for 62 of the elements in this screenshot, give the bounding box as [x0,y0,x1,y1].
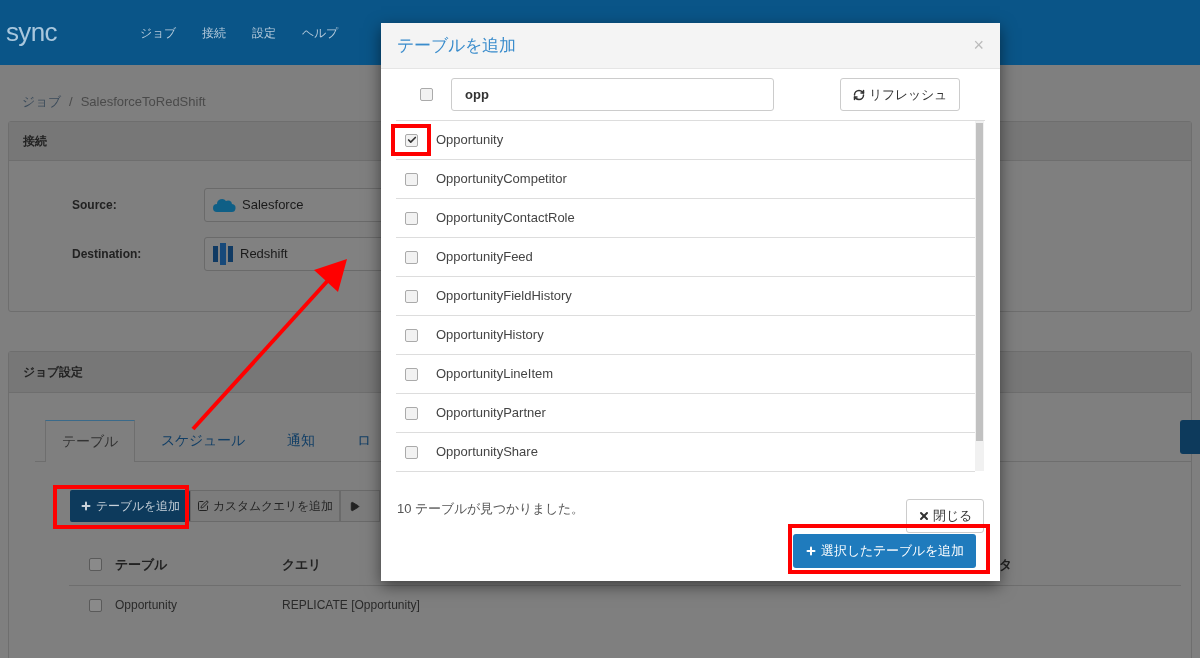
checkbox[interactable] [405,445,418,459]
column-header: クエリ [282,555,322,574]
table-name[interactable]: OpportunityShare [436,442,538,462]
tab[interactable]: ロ [341,419,387,461]
table-name[interactable]: OpportunityFieldHistory [436,286,572,306]
nav-link[interactable]: ジョブ [140,23,176,42]
modal-title: テーブルを追加 [397,34,516,57]
field-label: Source: [71,197,118,214]
nav-link[interactable]: 設定 [252,23,276,42]
checkbox[interactable] [405,211,418,225]
run-button[interactable] [340,490,380,522]
database-icon [212,242,234,266]
checkbox[interactable] [405,289,418,303]
checkbox[interactable] [420,88,433,101]
field-label: Destination: [71,246,143,263]
refresh-icon [853,88,865,101]
tab[interactable]: 通知 [271,419,331,461]
table-name[interactable]: OpportunityFeed [436,247,533,267]
check-icon [406,135,417,145]
add-table-button[interactable]: テーブルを追加 [70,490,190,522]
table-name[interactable]: OpportunityHistory [436,325,544,345]
plus-icon [805,545,817,557]
scrollbar[interactable] [975,121,984,471]
breadcrumb-separator: / [69,93,73,112]
tab[interactable]: テーブル [45,420,135,462]
column-header: タ [999,555,1012,574]
logo[interactable]: sync [6,13,57,52]
connection-select[interactable]: Redshift [204,237,384,271]
tab[interactable]: スケジュール [145,419,261,461]
table-name[interactable]: OpportunityPartner [436,403,546,423]
highlight-frame [391,124,431,156]
table-name[interactable]: OpportunityContactRole [436,208,575,228]
close-icon [918,510,930,522]
nav-link[interactable]: 接続 [202,23,226,42]
panel-title: 接続 [23,133,47,150]
edit-icon [197,500,209,512]
status-text: 10 テーブルが見つかりました。 [397,500,585,518]
search-field[interactable]: opp [451,78,774,111]
add-selected-button[interactable]: 選択したテーブルを追加 [793,534,976,568]
checkbox[interactable] [405,328,418,342]
panel-title: ジョブ設定 [23,364,83,381]
checkbox[interactable] [405,172,418,186]
refresh-button[interactable]: リフレッシュ [840,78,960,111]
checkbox[interactable] [89,598,102,612]
custom-query-button[interactable]: カスタムクエリを追加 [190,490,340,522]
checkbox[interactable] [405,133,418,147]
cloud-icon [212,197,236,213]
play-icon [349,500,360,512]
connection-select[interactable]: Salesforce [204,188,384,222]
nav-link[interactable]: ヘルプ [302,23,338,42]
checkbox[interactable] [405,250,418,264]
column-header: テーブル [114,555,168,574]
plus-icon [80,500,92,512]
table-name[interactable]: OpportunityCompetitor [436,169,567,189]
checkbox[interactable] [405,406,418,420]
checkbox[interactable] [89,558,102,571]
table-name[interactable]: Opportunity [436,130,504,150]
checkbox[interactable] [405,367,418,381]
close-button[interactable]: 閉じる [906,499,984,533]
table-name[interactable]: OpportunityLineItem [436,364,554,384]
table-cell-text: REPLICATE [Opportunity] [282,597,420,614]
table-cell-text: Opportunity [114,597,179,614]
